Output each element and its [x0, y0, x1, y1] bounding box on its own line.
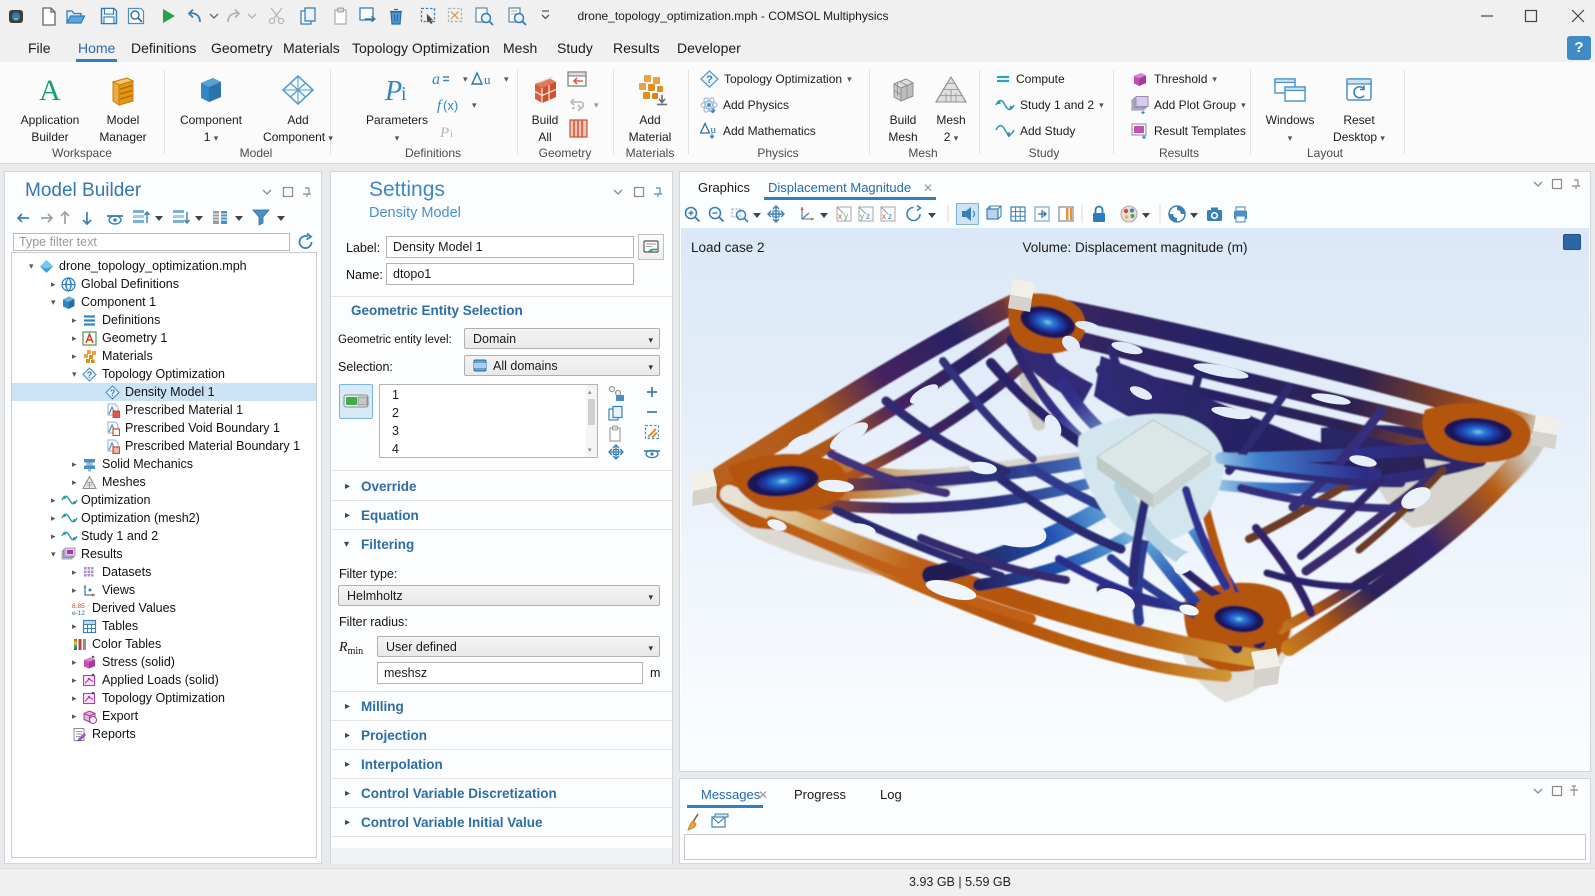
svg-text:A: A [39, 74, 61, 107]
svg-text:i: i [401, 83, 407, 105]
svg-text:u: u [484, 72, 491, 87]
svg-text:z: z [888, 212, 892, 221]
svg-text:x: x [838, 212, 842, 221]
svg-text:?: ? [706, 74, 713, 86]
svg-text:P: P [384, 76, 402, 107]
svg-text:y: y [860, 212, 864, 221]
svg-text:a: a [432, 71, 440, 87]
svg-text:?: ? [87, 370, 93, 380]
svg-text:z: z [866, 212, 870, 221]
svg-text:P: P [440, 125, 449, 139]
svg-text:i: i [450, 128, 453, 139]
svg-text:(x): (x) [443, 98, 458, 113]
svg-text:8.85: 8.85 [72, 603, 85, 610]
svg-text:x: x [882, 212, 886, 221]
svg-text:?: ? [110, 388, 116, 398]
svg-text:e-12: e-12 [72, 610, 85, 616]
svg-text:y: y [844, 212, 848, 221]
